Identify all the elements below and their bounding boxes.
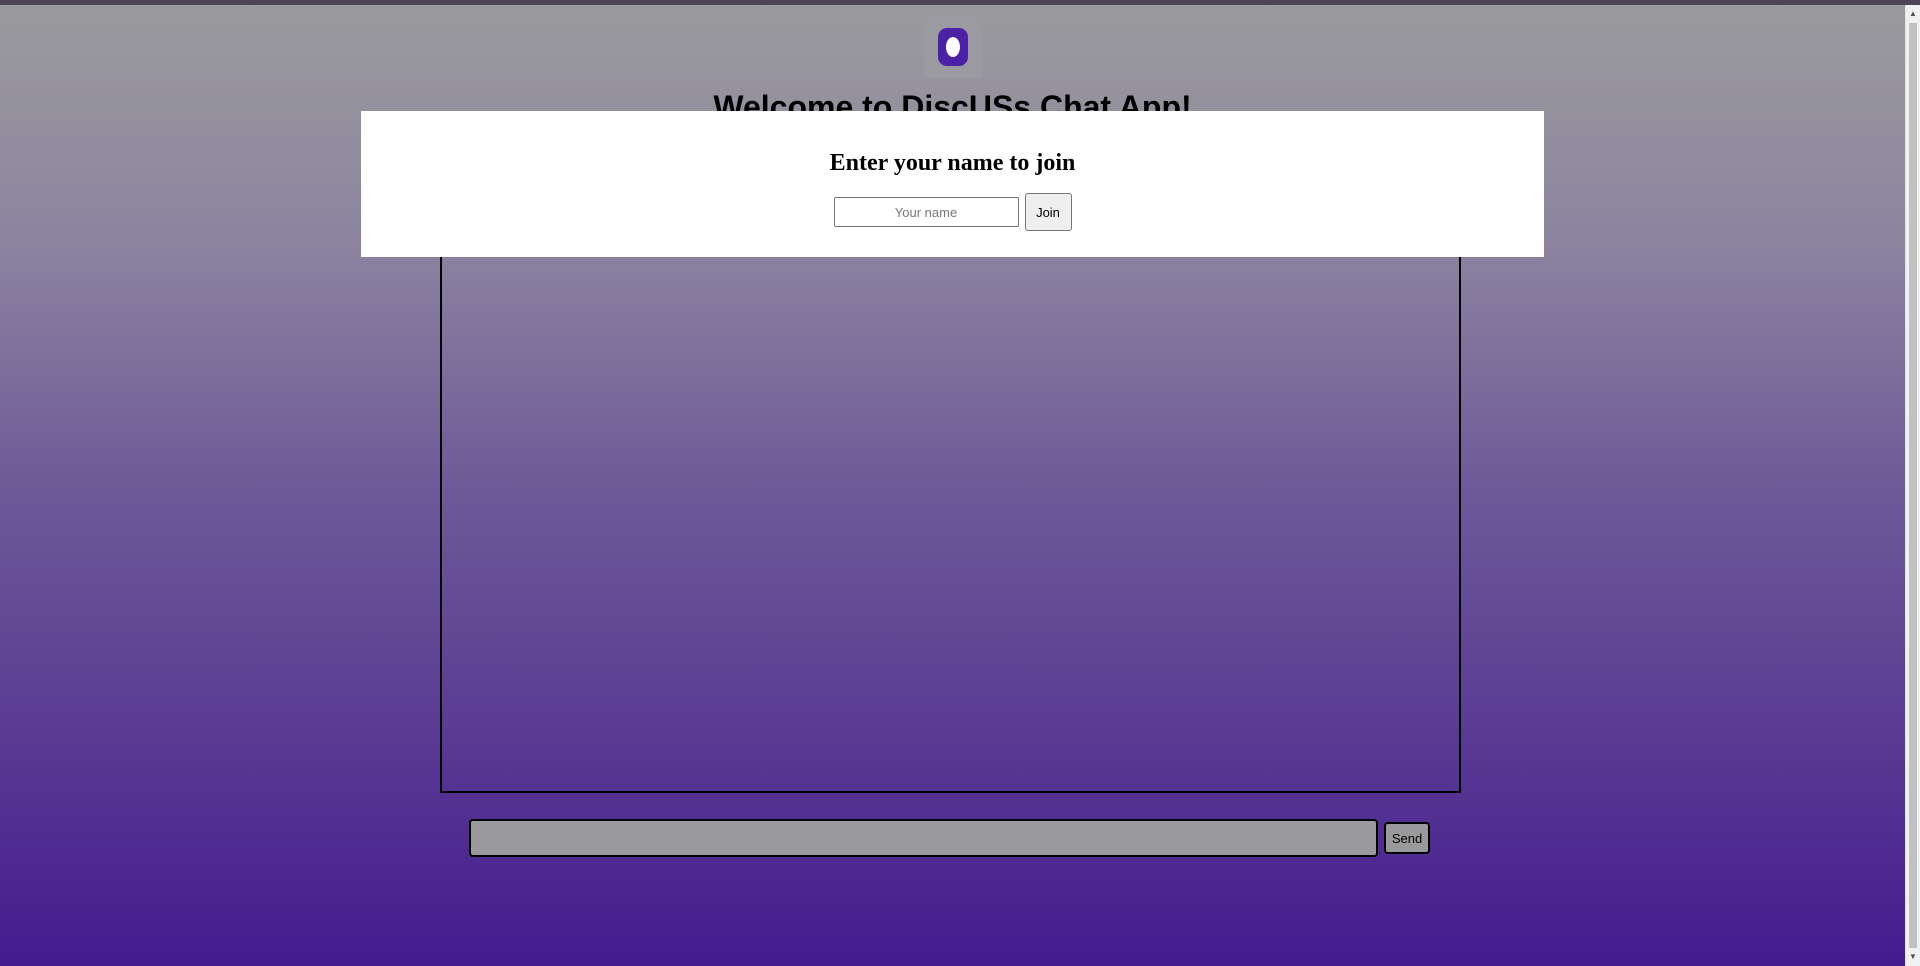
- scroll-up-arrow-icon[interactable]: ▲: [1906, 7, 1920, 21]
- message-input[interactable]: [469, 819, 1378, 857]
- chat-bubble-logo-icon: [938, 28, 968, 66]
- chat-messages-area[interactable]: [440, 245, 1461, 793]
- chat-page: Welcome to DiscUSs Chat App! Send Enter …: [0, 5, 1905, 966]
- join-button[interactable]: Join: [1024, 193, 1072, 231]
- modal-title: Enter your name to join: [829, 150, 1076, 176]
- join-modal: Enter your name to join Join: [361, 111, 1544, 257]
- vertical-scrollbar[interactable]: ▲ ▼: [1905, 5, 1920, 966]
- message-composer: Send: [469, 819, 1430, 857]
- send-button[interactable]: Send: [1384, 822, 1430, 854]
- scroll-down-arrow-icon[interactable]: ▼: [1906, 950, 1920, 964]
- app-logo: [924, 16, 982, 78]
- name-input[interactable]: [833, 197, 1019, 227]
- scroll-thumb[interactable]: [1909, 23, 1917, 948]
- join-form: Join: [361, 193, 1544, 231]
